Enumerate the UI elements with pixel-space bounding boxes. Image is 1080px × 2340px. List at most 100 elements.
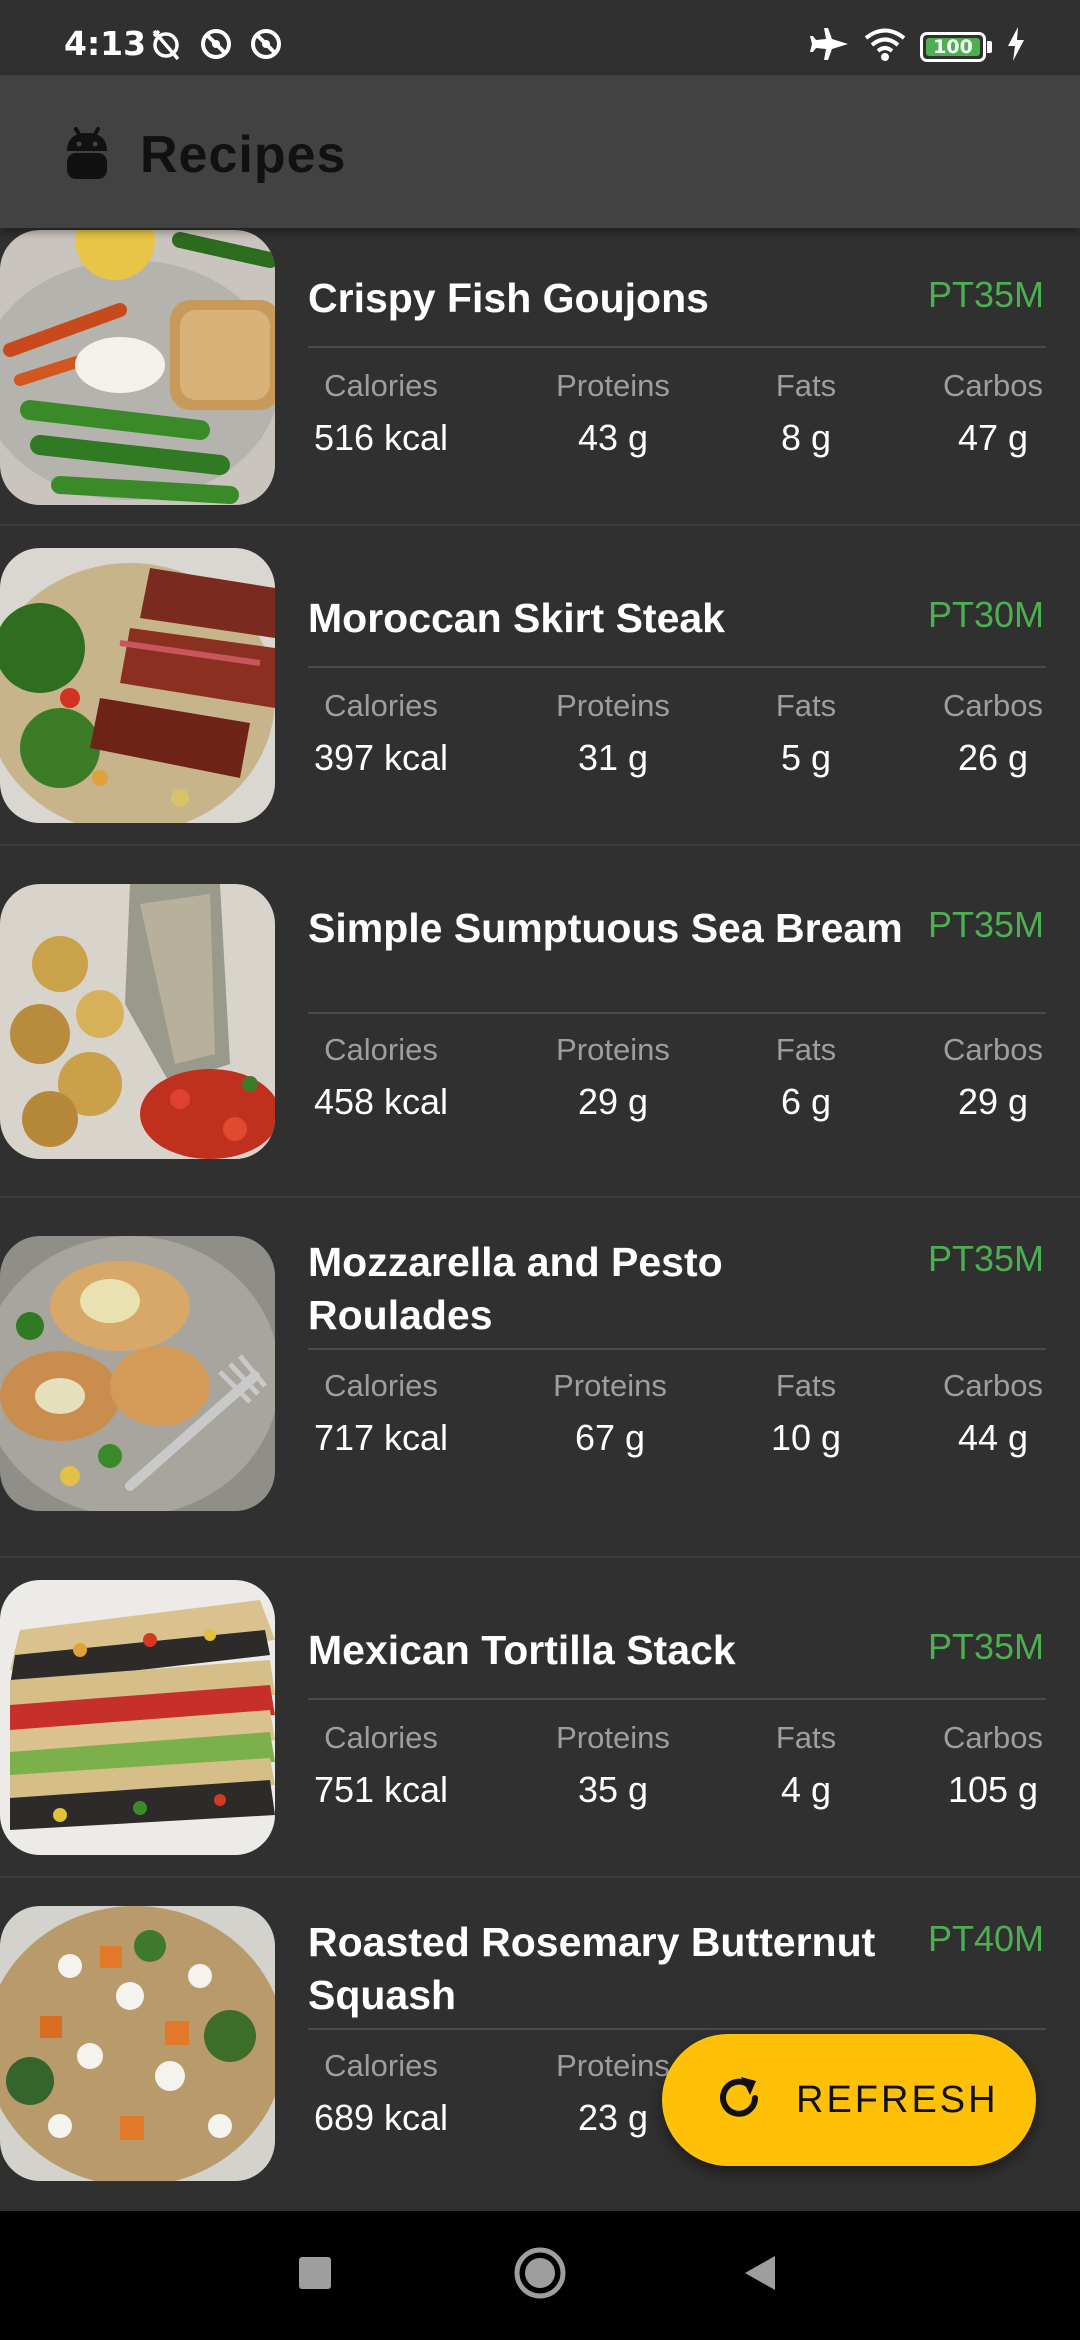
status-right-icons: 100 bbox=[810, 26, 1026, 67]
charging-icon bbox=[1006, 27, 1026, 66]
recipe-time: PT35M bbox=[927, 1626, 1044, 1667]
stat-label: Carbos bbox=[943, 368, 1043, 403]
recipe-time: PT35M bbox=[927, 1238, 1044, 1279]
stat-value: 44 g bbox=[957, 1417, 1029, 1458]
stat-calories: Calories 458 kcal bbox=[296, 1030, 466, 1128]
refresh-icon bbox=[714, 2073, 764, 2128]
home-circle-icon bbox=[513, 2246, 567, 2305]
back-triangle-icon bbox=[743, 2254, 777, 2297]
recipe-card[interactable]: Crispy Fish Goujons PT35M Calories 516 kc… bbox=[0, 228, 1080, 526]
stat-calories: Calories 717 kcal bbox=[296, 1366, 466, 1464]
recents-button[interactable] bbox=[255, 2211, 375, 2340]
stat-label: Fats bbox=[775, 1720, 837, 1755]
recipe-title: Roasted Rosemary Butternut Squash bbox=[308, 1919, 876, 2018]
recipe-title: Mexican Tortilla Stack bbox=[308, 1627, 736, 1673]
recipe-image bbox=[0, 884, 275, 1159]
stat-value: 105 g bbox=[947, 1769, 1039, 1810]
stat-value: 43 g bbox=[577, 417, 649, 458]
divider bbox=[308, 666, 1046, 668]
stat-label: Calories bbox=[324, 1368, 438, 1403]
recipe-card[interactable]: Simple Sumptuous Sea Bream PT35M Calorie… bbox=[0, 846, 1080, 1198]
status-bar: 4:13 100 bbox=[0, 0, 1080, 75]
do-not-disturb-icon bbox=[198, 26, 234, 67]
stat-proteins: Proteins 29 g bbox=[528, 1030, 698, 1128]
recipe-card[interactable]: Moroccan Skirt Steak PT30M Calories 397 k… bbox=[0, 526, 1080, 846]
stat-value: 689 kcal bbox=[313, 2097, 449, 2138]
stat-value: 29 g bbox=[577, 1081, 649, 1122]
stat-value: 458 kcal bbox=[313, 1081, 449, 1122]
stat-value: 47 g bbox=[957, 417, 1029, 458]
battery-level: 100 bbox=[933, 35, 973, 58]
page-title: Recipes bbox=[140, 126, 347, 184]
stat-value: 8 g bbox=[780, 417, 832, 458]
stat-label: Carbos bbox=[943, 1032, 1043, 1067]
airplane-icon bbox=[810, 26, 850, 67]
divider bbox=[308, 1698, 1046, 1700]
home-button[interactable] bbox=[480, 2211, 600, 2340]
stat-label: Carbos bbox=[943, 1720, 1043, 1755]
stat-label: Carbos bbox=[943, 688, 1043, 723]
recipe-card[interactable]: Mexican Tortilla Stack PT35M Calories 751… bbox=[0, 1558, 1080, 1878]
stat-value: 29 g bbox=[957, 1081, 1029, 1122]
stat-label: Proteins bbox=[553, 1368, 667, 1403]
recipe-list[interactable]: Crispy Fish Goujons PT35M Calories 516 kc… bbox=[0, 228, 1080, 2211]
stat-value: 751 kcal bbox=[313, 1769, 449, 1810]
stat-label: Calories bbox=[324, 368, 438, 403]
recipe-image bbox=[0, 1580, 275, 1855]
stat-value: 10 g bbox=[770, 1417, 842, 1458]
recipe-image bbox=[0, 230, 275, 505]
stat-calories: Calories 516 kcal bbox=[296, 366, 466, 464]
stat-label: Proteins bbox=[556, 688, 670, 723]
stat-value: 31 g bbox=[577, 737, 649, 778]
recipe-time: PT35M bbox=[927, 274, 1044, 315]
stat-label: Fats bbox=[775, 1368, 837, 1403]
back-button[interactable] bbox=[700, 2211, 820, 2340]
stat-carbos: Carbos 44 g bbox=[908, 1366, 1078, 1464]
stat-value: 516 kcal bbox=[313, 417, 449, 458]
stat-label: Proteins bbox=[556, 1720, 670, 1755]
stat-value: 717 kcal bbox=[313, 1417, 449, 1458]
stat-label: Calories bbox=[324, 2048, 438, 2083]
stat-label: Fats bbox=[775, 368, 837, 403]
recipe-title: Simple Sumptuous Sea Bream bbox=[308, 905, 903, 951]
stat-label: Calories bbox=[324, 688, 438, 723]
stat-label: Carbos bbox=[943, 1368, 1043, 1403]
stat-carbos: Carbos 47 g bbox=[908, 366, 1078, 464]
alarm-off-icon bbox=[148, 26, 184, 67]
battery-icon: 100 bbox=[920, 31, 992, 62]
stat-value: 6 g bbox=[780, 1081, 832, 1122]
divider bbox=[308, 1348, 1046, 1350]
navigation-bar bbox=[0, 2211, 1080, 2340]
status-time: 4:13 bbox=[64, 24, 147, 63]
stat-proteins: Proteins 31 g bbox=[528, 686, 698, 784]
stat-calories: Calories 751 kcal bbox=[296, 1718, 466, 1816]
stat-fats: Fats 10 g bbox=[721, 1366, 891, 1464]
recents-square-icon bbox=[298, 2256, 332, 2295]
recipe-card[interactable]: Mozzarella and Pesto Roulades PT35M Calo… bbox=[0, 1198, 1080, 1558]
recipe-time: PT30M bbox=[927, 594, 1044, 635]
stat-calories: Calories 689 kcal bbox=[296, 2046, 466, 2144]
stat-label: Calories bbox=[324, 1032, 438, 1067]
stat-label: Calories bbox=[324, 1720, 438, 1755]
stat-proteins: Proteins 35 g bbox=[528, 1718, 698, 1816]
stat-value: 5 g bbox=[780, 737, 832, 778]
stat-fats: Fats 5 g bbox=[721, 686, 891, 784]
divider bbox=[308, 346, 1046, 348]
stat-label: Fats bbox=[775, 1032, 837, 1067]
divider bbox=[308, 2028, 1046, 2030]
do-not-disturb-icon bbox=[248, 26, 284, 67]
battery-body: 100 bbox=[920, 31, 986, 62]
stat-value: 67 g bbox=[574, 1417, 646, 1458]
stat-label: Proteins bbox=[556, 1032, 670, 1067]
stat-proteins: Proteins 43 g bbox=[528, 366, 698, 464]
stat-carbos: Carbos 29 g bbox=[908, 1030, 1078, 1128]
stat-value: 4 g bbox=[780, 1769, 832, 1810]
refresh-button[interactable]: REFRESH bbox=[662, 2034, 1036, 2166]
stat-carbos: Carbos 105 g bbox=[908, 1718, 1078, 1816]
stat-label: Fats bbox=[775, 688, 837, 723]
stat-calories: Calories 397 kcal bbox=[296, 686, 466, 784]
recipe-title: Crispy Fish Goujons bbox=[308, 275, 709, 321]
stat-carbos: Carbos 26 g bbox=[908, 686, 1078, 784]
recipe-image bbox=[0, 1236, 275, 1511]
stat-value: 35 g bbox=[577, 1769, 649, 1810]
